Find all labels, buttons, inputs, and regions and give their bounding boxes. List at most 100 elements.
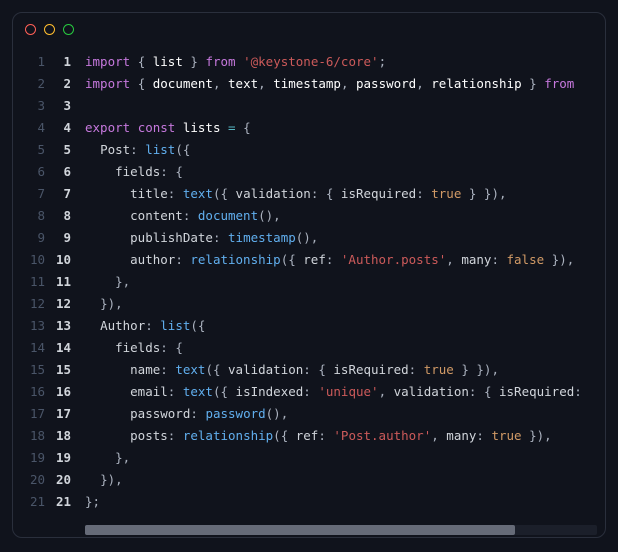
inner-line-number: 15 [55, 359, 85, 381]
code-line[interactable]: 1515 name: text({ validation: { isRequir… [13, 359, 605, 381]
token-wt: document [153, 76, 213, 91]
code-line[interactable]: 1818 posts: relationship({ ref: 'Post.au… [13, 425, 605, 447]
code-content[interactable]: title: text({ validation: { isRequired: … [85, 183, 527, 205]
token-pn [145, 76, 153, 91]
inner-line-number: 4 [55, 117, 85, 139]
token-pn: { [175, 164, 183, 179]
code-line[interactable]: 1919 }, [13, 447, 605, 469]
code-content[interactable]: Author: list({ [85, 315, 225, 337]
window-titlebar [13, 13, 605, 45]
code-line[interactable]: 44export const lists = { [13, 117, 605, 139]
code-line[interactable]: 22import { document, text, timestamp, pa… [13, 73, 605, 95]
inner-line-number: 13 [55, 315, 85, 337]
code-content[interactable]: fields: { [85, 161, 203, 183]
inner-line-number: 14 [55, 337, 85, 359]
code-line[interactable]: 1212 }), [13, 293, 605, 315]
code-content[interactable]: }, [85, 271, 150, 293]
code-line[interactable]: 11import { list } from '@keystone-6/core… [13, 51, 605, 73]
token-pn [85, 362, 130, 377]
code-content[interactable]: }, [85, 447, 150, 469]
token-pn: : [160, 340, 168, 355]
token-pn [416, 362, 424, 377]
code-content[interactable]: Post: list({ [85, 139, 210, 161]
code-line[interactable]: 2020 }), [13, 469, 605, 491]
token-pn: } }), [454, 362, 499, 377]
inner-line-number: 21 [55, 491, 85, 513]
code-line[interactable]: 1010 author: relationship({ ref: 'Author… [13, 249, 605, 271]
token-pn: } [529, 76, 537, 91]
token-pn [85, 186, 130, 201]
token-pn [348, 76, 356, 91]
scrollbar-thumb[interactable] [85, 525, 515, 535]
token-pn [221, 120, 229, 135]
code-line[interactable]: 2121}; [13, 491, 605, 513]
token-fn: relationship [190, 252, 280, 267]
code-line[interactable]: 66 fields: { [13, 161, 605, 183]
token-pn [85, 384, 130, 399]
token-fld: posts [130, 428, 168, 443]
token-pn [175, 384, 183, 399]
gutter-line-number: 6 [13, 161, 55, 183]
token-pn [85, 450, 115, 465]
token-pn: (), [258, 208, 281, 223]
token-pn: , [431, 428, 439, 443]
gutter-line-number: 12 [13, 293, 55, 315]
code-content[interactable]: }; [85, 491, 120, 513]
token-fn: text [183, 384, 213, 399]
code-content[interactable]: export const lists = { [85, 117, 271, 139]
token-bool: false [507, 252, 545, 267]
token-str: 'Author.posts' [341, 252, 446, 267]
code-content[interactable]: author: relationship({ ref: 'Author.post… [85, 249, 594, 271]
code-editor[interactable]: 11 import { list } from '@keystone-6/core… [13, 45, 605, 525]
code-content[interactable]: }), [85, 293, 143, 315]
code-line[interactable]: 1414 fields: { [13, 337, 605, 359]
token-fld: password [130, 406, 190, 421]
code-line[interactable]: 1616 email: text({ isIndexed: 'unique', … [13, 381, 605, 403]
token-pn: }), [100, 472, 123, 487]
token-pn [221, 76, 229, 91]
token-pn: }, [115, 450, 130, 465]
code-line[interactable]: 1313 Author: list({ [13, 315, 605, 337]
token-pn: : [130, 142, 138, 157]
gutter-line-number: 14 [13, 337, 55, 359]
minimize-icon[interactable] [44, 24, 55, 35]
code-content[interactable]: publishDate: timestamp(), [85, 227, 338, 249]
gutter-line-number: 13 [13, 315, 55, 337]
token-fld: author [130, 252, 175, 267]
code-line[interactable]: 99 publishDate: timestamp(), [13, 227, 605, 249]
token-pn: } [190, 54, 198, 69]
code-line[interactable]: 55 Post: list({ [13, 139, 605, 161]
code-content[interactable]: posts: relationship({ ref: 'Post.author'… [85, 425, 572, 447]
code-line[interactable]: 1717 password: password(), [13, 403, 605, 425]
gutter-line-number: 11 [13, 271, 55, 293]
inner-line-number: 19 [55, 447, 85, 469]
token-kw: from [205, 54, 235, 69]
code-line[interactable]: 77 title: text({ validation: { isRequire… [13, 183, 605, 205]
code-content[interactable]: content: document(), [85, 205, 301, 227]
token-pn [130, 76, 138, 91]
code-content[interactable]: email: text({ isIndexed: 'unique', valid… [85, 381, 602, 403]
code-content[interactable]: import { list } from '@keystone-6/core'; [85, 51, 406, 73]
code-content[interactable]: name: text({ validation: { isRequired: t… [85, 359, 519, 381]
close-icon[interactable] [25, 24, 36, 35]
token-pn: ({ [273, 428, 296, 443]
code-content[interactable]: fields: { [85, 337, 203, 359]
zoom-icon[interactable] [63, 24, 74, 35]
token-pn: , [213, 76, 221, 91]
code-line[interactable]: 1111 }, [13, 271, 605, 293]
token-pn [85, 472, 100, 487]
code-content[interactable]: }), [85, 469, 143, 491]
code-line[interactable]: 33 [13, 95, 605, 117]
inner-line-number: 7 [55, 183, 85, 205]
token-kw: import [85, 54, 130, 69]
inner-line-number: 10 [55, 249, 85, 271]
code-content[interactable]: password: password(), [85, 403, 308, 425]
code-content[interactable]: import { document, text, timestamp, pass… [85, 73, 594, 95]
token-pn: (), [296, 230, 319, 245]
token-pn [522, 76, 530, 91]
token-kw: const [138, 120, 176, 135]
horizontal-scrollbar[interactable] [85, 525, 597, 535]
code-line[interactable]: 88 content: document(), [13, 205, 605, 227]
token-str: '@keystone-6/core' [243, 54, 378, 69]
token-fld: isRequired [499, 384, 574, 399]
